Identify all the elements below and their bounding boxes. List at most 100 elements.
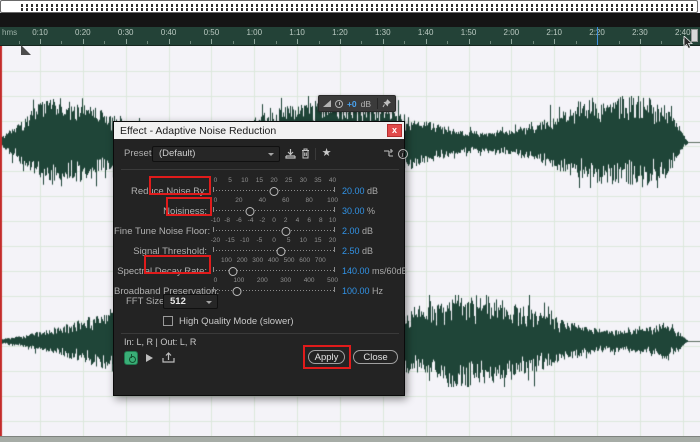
- slider-value[interactable]: 20.00 dB: [342, 186, 378, 196]
- slider-track[interactable]: -20-15-10-505101520: [213, 237, 335, 257]
- timeline-unit-label: hms: [2, 28, 17, 37]
- timeline-tick-mark: [383, 39, 384, 44]
- track-end-cap: [334, 247, 335, 252]
- slider-knob[interactable]: [245, 207, 254, 216]
- timeline-tick-label: 2:00: [504, 28, 520, 37]
- export-settings-icon[interactable]: [162, 351, 175, 369]
- timeline-tick-label: 1:40: [418, 28, 434, 37]
- track-end-cap: [213, 247, 214, 252]
- timeline-minor-tick: [361, 41, 362, 44]
- info-icon[interactable]: i: [396, 147, 409, 160]
- icon-separator: [315, 148, 316, 160]
- timeline-ruler[interactable]: hms 0:100:200:300:400:501:001:101:201:30…: [0, 27, 700, 46]
- slider-tick-label: 10: [241, 177, 248, 184]
- favorite-star-icon[interactable]: ★: [320, 147, 333, 160]
- audition-window: hms 0:100:200:300:400:501:001:101:201:30…: [0, 0, 700, 442]
- slider-tick-label: 60: [282, 197, 289, 204]
- slider-tick-label: 15: [314, 237, 321, 244]
- high-quality-checkbox[interactable]: [163, 316, 173, 326]
- slider-tick-label: 0: [214, 177, 218, 184]
- slider-row: Signal Threshold:-20-15-10-5051015202.50…: [114, 237, 406, 257]
- save-preset-icon[interactable]: [284, 147, 297, 160]
- high-quality-label: High Quality Mode (slower): [179, 316, 294, 327]
- fft-size-dropdown[interactable]: 512: [163, 294, 218, 309]
- slider-track[interactable]: 020406080100: [213, 197, 335, 217]
- slider-tick-label: 100: [221, 257, 232, 264]
- horizontal-scrollbar-strip[interactable]: [0, 436, 700, 442]
- slider-track-line: [213, 250, 335, 251]
- presets-dropdown[interactable]: (Default): [152, 146, 280, 162]
- hud-gain-toolbar: +0 dB: [318, 95, 396, 112]
- slider-value[interactable]: 2.50 dB: [342, 246, 373, 256]
- slider-track[interactable]: -10-8-6-4-20246810: [213, 217, 335, 237]
- timeline-minor-tick: [190, 41, 191, 44]
- timeline-minor-tick: [319, 41, 320, 44]
- slider-track-line: [213, 290, 335, 291]
- slider-tick-label: 2: [284, 217, 288, 224]
- timeline-tick-label: 0:50: [204, 28, 220, 37]
- timeline-tick-mark: [297, 39, 298, 44]
- hud-gain-value[interactable]: +0: [347, 99, 357, 109]
- slider-tick-label: 20: [329, 237, 336, 244]
- waveform-overview-strip[interactable]: [0, 0, 698, 13]
- slider-tick-label: -5: [256, 237, 262, 244]
- pin-icon[interactable]: [382, 99, 391, 108]
- slider-tick-label: -6: [236, 217, 242, 224]
- slider-tick-label: 35: [314, 177, 321, 184]
- preview-play-button[interactable]: [146, 354, 153, 362]
- timeline-tick-label: 1:30: [375, 28, 391, 37]
- delete-preset-icon[interactable]: [299, 147, 312, 160]
- panel-corner-grip-icon[interactable]: [21, 45, 31, 55]
- volume-ramp-icon[interactable]: [323, 100, 331, 107]
- hud-divider: [377, 98, 378, 109]
- dialog-titlebar[interactable]: Effect - Adaptive Noise Reduction: [114, 122, 404, 139]
- track-end-cap: [213, 227, 214, 232]
- slider-tick-label: 40: [259, 197, 266, 204]
- slider-tick-label: 5: [287, 237, 291, 244]
- slider-tick-label: 10: [329, 217, 336, 224]
- slider-tick-label: 0: [214, 197, 218, 204]
- slider-value[interactable]: 140.00 ms/60dB: [342, 266, 408, 276]
- slider-tick-label: 400: [268, 257, 279, 264]
- timeline-tick-mark: [169, 39, 170, 44]
- slider-knob[interactable]: [277, 247, 286, 256]
- mouse-cursor-icon: [683, 36, 694, 49]
- timeline-minor-tick: [233, 41, 234, 44]
- slider-tick-label: -8: [224, 217, 230, 224]
- timeline-minor-tick: [576, 41, 577, 44]
- power-icon: [129, 356, 136, 363]
- effect-power-toggle[interactable]: [124, 351, 138, 365]
- slider-value[interactable]: 2.00 dB: [342, 226, 373, 236]
- timeline-tick-label: 1:10: [289, 28, 305, 37]
- timeline-minor-tick: [447, 41, 448, 44]
- track-end-cap: [334, 187, 335, 192]
- apply-button[interactable]: Apply: [308, 350, 345, 364]
- slider-track[interactable]: 0510152025303540: [213, 177, 335, 197]
- slider-label: Reduce Noise By:: [114, 186, 207, 197]
- channel-routing-icon[interactable]: [382, 147, 395, 160]
- slider-knob[interactable]: [270, 187, 279, 196]
- slider-knob[interactable]: [228, 267, 237, 276]
- close-button[interactable]: Close: [353, 350, 398, 364]
- slider-tick-label: 700: [315, 257, 326, 264]
- timeline-tick-mark: [640, 39, 641, 44]
- timeline-tick-label: 1:50: [461, 28, 477, 37]
- overview-waveform-top: [21, 4, 693, 7]
- timeline-tick-mark: [511, 39, 512, 44]
- slider-value[interactable]: 30.00 %: [342, 206, 375, 216]
- dialog-close-button[interactable]: x: [387, 124, 402, 137]
- slider-track[interactable]: 100200300400500600700: [213, 257, 335, 277]
- slider-tick-label: 600: [299, 257, 310, 264]
- slider-tick-label: 5: [228, 177, 232, 184]
- track-end-cap: [334, 267, 335, 272]
- chevron-down-icon: [268, 153, 274, 156]
- timeline-minor-tick: [276, 41, 277, 44]
- slider-tick-label: 300: [280, 277, 291, 284]
- slider-tick-label: 500: [327, 277, 338, 284]
- clock-icon[interactable]: [335, 100, 343, 108]
- timeline-tick-mark: [340, 39, 341, 44]
- timeline-minor-tick: [661, 41, 662, 44]
- slider-tick-label: 6: [307, 217, 311, 224]
- slider-track-line: [213, 230, 335, 231]
- slider-knob[interactable]: [282, 227, 291, 236]
